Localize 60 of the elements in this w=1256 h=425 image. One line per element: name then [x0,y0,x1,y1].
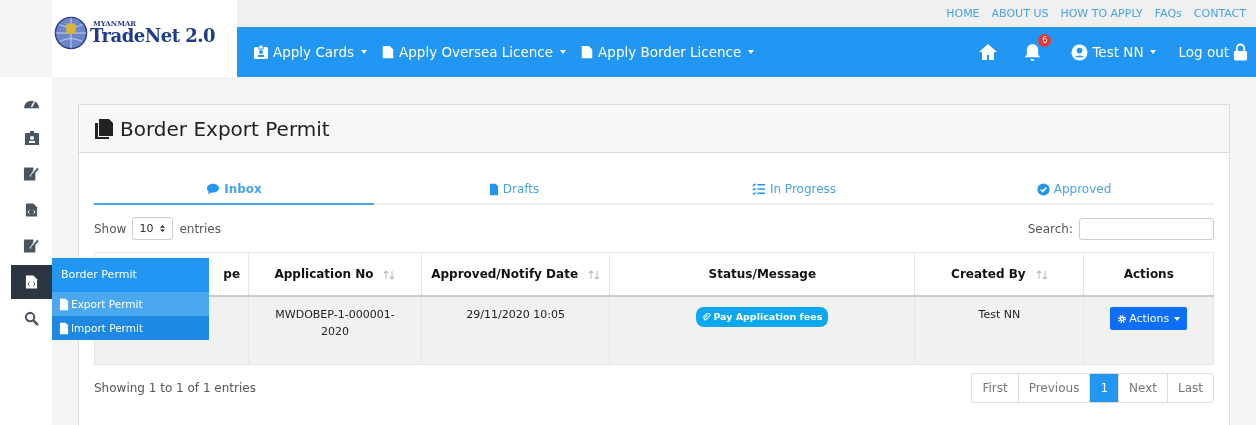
entries-label: entries [179,221,221,236]
nav-menu[interactable]: Apply Oversea Licence [381,44,567,60]
select-arrows-icon [159,224,167,233]
tab[interactable]: Inbox [94,175,374,205]
pagination-button[interactable]: First [972,374,1018,402]
check-circle-icon [1036,182,1050,196]
nav-menu[interactable]: Apply Border Licence [580,44,755,60]
documents-icon [94,117,114,140]
id-card-icon [23,130,40,146]
user-menu[interactable]: Test NN [1071,43,1157,61]
actions-button[interactable]: Actions [1110,307,1188,330]
tab[interactable]: Approved [934,175,1214,205]
show-label: Show [94,221,127,236]
search-label: Search: [1027,221,1073,236]
logo-title: TradeNet 2.0 [90,27,216,45]
submenu-item[interactable]: Import Permit [52,316,209,340]
pagination-button[interactable]: Next [1118,374,1167,402]
file-icon [59,321,69,335]
user-icon [1071,43,1089,61]
table-info: Showing 1 to 1 of 1 entries [94,381,256,395]
signature-icon [23,166,40,182]
lock-icon [1233,43,1248,61]
entries-select[interactable]: 10 [132,217,174,240]
paperclip-icon [702,312,712,322]
pagination-button[interactable]: 1 [1089,374,1119,402]
checklist-icon [751,183,766,195]
sidebar-item[interactable] [11,265,52,299]
signature-icon [23,238,40,254]
globe-emblem-icon [54,15,88,50]
status-badge[interactable]: Pay Application fees [696,307,829,328]
id-card-icon [253,44,269,60]
file-icon [580,44,595,60]
submenu-title: Border Permit [52,258,209,292]
file-icon [488,182,499,196]
table-cell: Test NN [914,296,1084,365]
top-link[interactable]: ABOUT US [991,7,1049,20]
table-cell: 29/11/2020 10:05 [421,296,610,365]
top-link[interactable]: HOW TO APPLY [1060,7,1143,20]
top-link[interactable]: CONTACT [1193,7,1246,20]
comment-icon [206,183,221,195]
top-link[interactable]: FAQs [1154,7,1182,20]
file-icon [381,44,396,60]
code-file-icon [25,274,38,290]
file-icon [59,297,69,311]
search-field[interactable] [1079,217,1214,240]
tab[interactable]: Drafts [374,175,654,205]
page-title: Border Export Permit [120,116,330,141]
home-icon[interactable] [978,43,999,61]
logout-link[interactable]: Log out [1178,43,1248,61]
search-icon [24,310,39,326]
notification-bell-icon[interactable] [1024,42,1042,62]
table-cell: MWDOBEP-1-000001-2020 [248,296,422,365]
top-link[interactable]: HOME [946,7,980,20]
notification-count: 6 [1038,33,1052,47]
gear-icon [1117,313,1128,324]
pagination-button[interactable]: Last [1167,374,1213,402]
submenu-item[interactable]: Export Permit [52,292,209,316]
nav-menu[interactable]: Apply Cards [253,44,368,60]
tab[interactable]: In Progress [654,175,934,205]
code-file-icon [25,202,38,218]
